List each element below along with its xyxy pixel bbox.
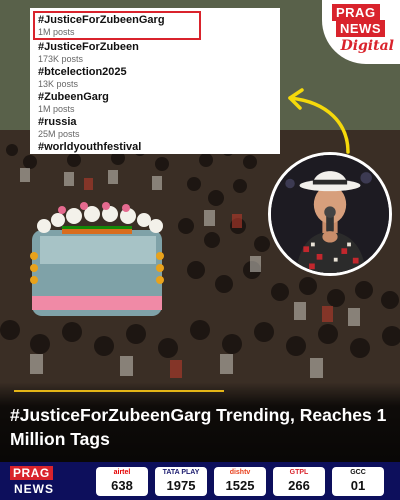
channel-bar: PRAG NEWS airtel 638 TATA PLAY 1975 dish… xyxy=(0,462,400,500)
portrait-illustration xyxy=(271,155,389,273)
singer-portrait xyxy=(268,152,392,276)
headline: #JusticeForZubeenGarg Trending, Reaches … xyxy=(10,405,387,449)
channel-bar-logo: PRAG NEWS xyxy=(10,466,74,496)
trend-post-count: 13K posts xyxy=(38,79,79,89)
brand-logo-news: NEWS xyxy=(336,20,385,37)
brand-logo-prag: PRAG xyxy=(332,4,380,21)
trend-hashtag: #JusticeForZubeenGarg xyxy=(38,14,165,26)
trend-post-count: 1M posts xyxy=(38,104,75,114)
channel-bar-logo-news: NEWS xyxy=(14,482,54,496)
trend-post-count: 173K posts xyxy=(38,54,84,64)
channel-gcc: GCC 01 xyxy=(332,467,384,496)
trend-item-highlighted[interactable]: #JusticeForZubeenGarg 1M posts xyxy=(33,11,201,40)
trend-hashtag: #btcelection2025 xyxy=(38,66,127,78)
trend-item[interactable]: #btcelection2025 13K posts xyxy=(38,66,274,90)
channel-number: 638 xyxy=(111,478,133,493)
channel-brand: dishtv xyxy=(229,469,251,476)
channel-number: 1525 xyxy=(225,478,255,493)
channel-number: 1975 xyxy=(166,478,196,493)
channel-dishtv: dishtv 1525 xyxy=(214,467,266,496)
trend-item[interactable]: #JusticeForZubeen 173K posts xyxy=(38,41,274,65)
channel-number: 01 xyxy=(350,478,366,493)
channel-number: 266 xyxy=(288,478,310,493)
trend-post-count: 25M posts xyxy=(38,129,80,139)
trend-item[interactable]: #russia 25M posts xyxy=(38,116,274,140)
trend-hashtag: #JusticeForZubeen xyxy=(38,41,139,53)
channel-brand: GTPL xyxy=(289,469,309,476)
channel-brand: GCC xyxy=(350,469,366,476)
trending-list-panel: #JusticeForZubeenGarg 1M posts #JusticeF… xyxy=(30,8,280,154)
channel-airtel: airtel 638 xyxy=(96,467,148,496)
trend-post-count: 1M posts xyxy=(38,27,75,37)
headline-divider xyxy=(14,390,224,392)
channel-tataplay: TATA PLAY 1975 xyxy=(155,467,207,496)
trend-item[interactable]: #ZubeenGarg 1M posts xyxy=(38,91,274,115)
channel-bar-logo-prag: PRAG xyxy=(10,466,53,480)
channel-gtpl: GTPL 266 xyxy=(273,467,325,496)
channel-brand: airtel xyxy=(113,469,131,476)
trend-hashtag: #ZubeenGarg xyxy=(38,91,109,103)
brand-logo-digital: Digital xyxy=(340,38,394,54)
trend-item[interactable]: #worldyouthfestival xyxy=(38,141,274,154)
channel-brand: TATA PLAY xyxy=(162,469,200,476)
trend-hashtag: #russia xyxy=(38,116,77,128)
hearse-vehicle xyxy=(30,202,164,316)
trend-hashtag: #worldyouthfestival xyxy=(38,141,142,153)
